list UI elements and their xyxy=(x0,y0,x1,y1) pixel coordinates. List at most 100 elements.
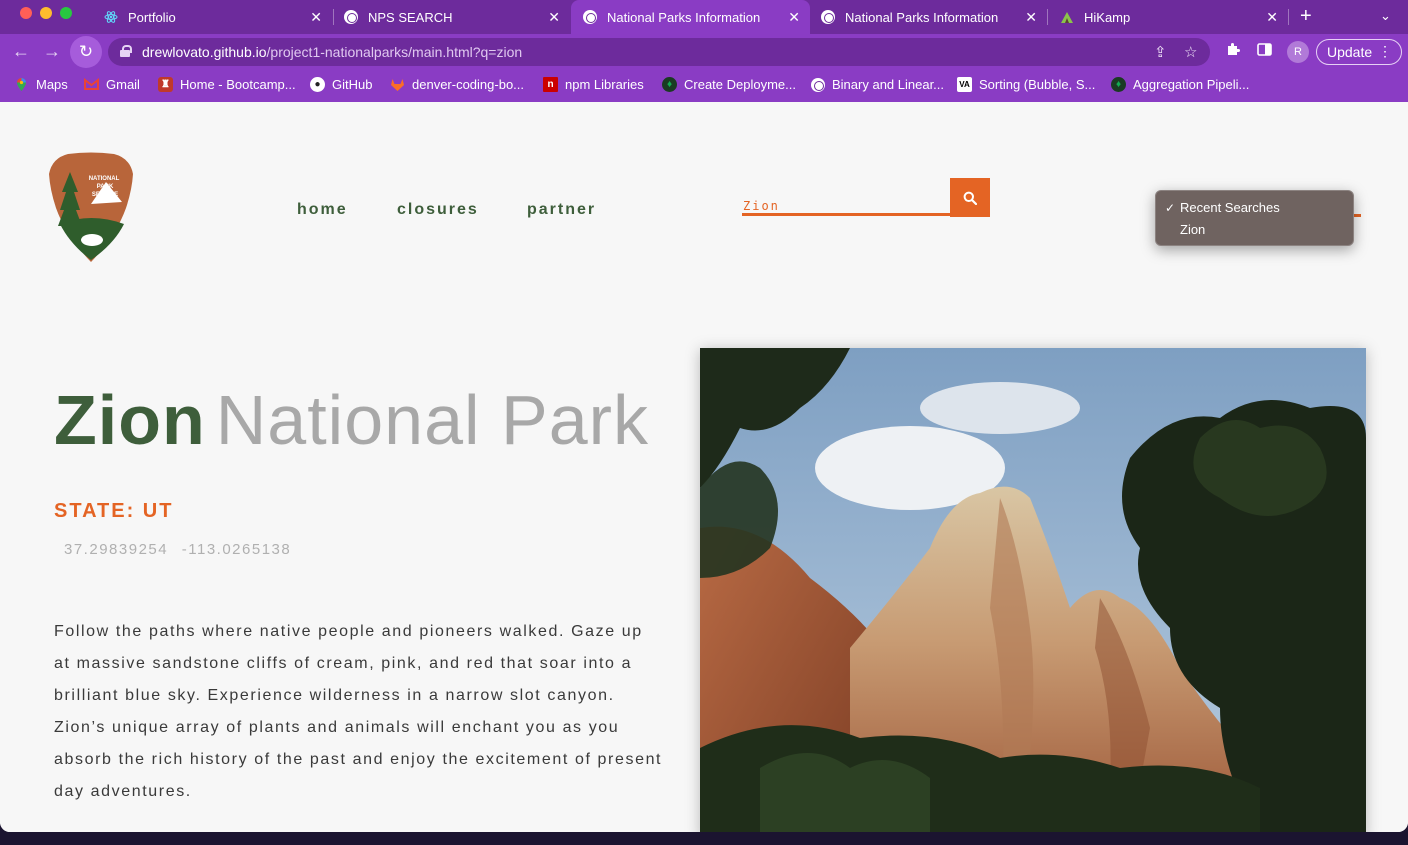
tab-search-chevron-icon[interactable]: ⌄ xyxy=(1380,8,1391,24)
bookmark-github[interactable]: ● GitHub xyxy=(310,77,372,92)
tab-title: HiKamp xyxy=(1084,9,1131,25)
recent-searches-dropdown[interactable]: ✓ Recent Searches Zion xyxy=(1155,190,1354,246)
park-name: Zion xyxy=(54,381,206,459)
tab-nps-search[interactable]: NPS SEARCH ✕ xyxy=(334,0,570,34)
react-icon xyxy=(104,10,118,24)
park-latitude: 37.29839254 xyxy=(64,541,169,558)
gmail-icon xyxy=(84,77,99,92)
browser-window: Portfolio ✕ NPS SEARCH ✕ National Parks … xyxy=(0,0,1408,832)
tab-hikamp[interactable]: HiKamp ✕ xyxy=(1050,0,1288,34)
close-tab-icon[interactable]: ✕ xyxy=(1025,9,1037,26)
close-window-button[interactable] xyxy=(20,7,32,19)
tab-divider xyxy=(1288,9,1289,25)
bookmark-label: Sorting (Bubble, S... xyxy=(979,77,1096,92)
checkmark-icon: ✓ xyxy=(1165,201,1176,215)
maps-icon xyxy=(14,77,29,92)
gitlab-icon xyxy=(390,77,405,92)
park-search-input[interactable] xyxy=(742,198,950,216)
kebab-menu-icon[interactable]: ⋮ xyxy=(1378,43,1392,60)
nav-partner-link[interactable]: partner xyxy=(527,201,596,219)
back-arrow-icon[interactable]: ← xyxy=(12,41,30,62)
tab-national-parks[interactable]: National Parks Information ✕ xyxy=(811,0,1047,34)
bookmark-label: Create Deployme... xyxy=(684,77,796,92)
park-coordinates: 37.29839254 -113.0265138 xyxy=(64,541,291,558)
park-longitude: -113.0265138 xyxy=(181,541,292,558)
park-description: Follow the paths where native people and… xyxy=(54,623,663,800)
reload-icon[interactable]: ↻ xyxy=(70,36,102,68)
extensions-puzzle-icon[interactable] xyxy=(1226,42,1241,61)
web-page: NATIONAL PARK SERVICE home closures part… xyxy=(0,102,1408,832)
side-panel-icon[interactable] xyxy=(1257,42,1272,61)
park-title-suffix: National Park xyxy=(215,381,649,459)
nav-home-link[interactable]: home xyxy=(297,201,348,219)
park-photo xyxy=(700,348,1366,832)
npm-icon: n xyxy=(543,77,558,92)
bookmarks-bar: Maps Gmail ♜ Home - Bootcamp... ● GitHub… xyxy=(0,70,1408,102)
bookmark-gitlab[interactable]: denver-coding-bo... xyxy=(390,77,524,92)
bookmark-label: npm Libraries xyxy=(565,77,644,92)
update-button[interactable]: Update ⋮ xyxy=(1316,39,1402,65)
globe-icon xyxy=(583,10,597,24)
tab-strip: Portfolio ✕ NPS SEARCH ✕ National Parks … xyxy=(0,0,1408,34)
bookmark-label: Gmail xyxy=(106,77,140,92)
tab-title: NPS SEARCH xyxy=(368,9,453,25)
close-tab-icon[interactable]: ✕ xyxy=(310,9,322,26)
share-icon[interactable]: ⇪ xyxy=(1154,43,1167,61)
park-state: STATE: UT xyxy=(54,500,174,522)
profile-avatar[interactable]: R xyxy=(1287,41,1309,63)
bookmark-label: Home - Bootcamp... xyxy=(180,77,296,92)
tab-portfolio[interactable]: Portfolio ✕ xyxy=(96,0,332,34)
bookmark-star-icon[interactable]: ☆ xyxy=(1184,43,1197,61)
bookmark-label: denver-coding-bo... xyxy=(412,77,525,92)
lock-icon xyxy=(120,45,132,57)
update-label: Update xyxy=(1327,44,1373,60)
bookmark-sorting[interactable]: VA Sorting (Bubble, S... xyxy=(957,77,1095,92)
svg-text:PARK: PARK xyxy=(97,184,114,190)
recent-search-option[interactable]: Zion xyxy=(1180,222,1205,237)
search-button[interactable] xyxy=(950,178,990,217)
globe-icon xyxy=(344,10,358,24)
bookmark-label: Aggregation Pipeli... xyxy=(1133,77,1250,92)
browser-toolbar: ← → ↻ drewlovato.github.io/project1-nati… xyxy=(0,34,1408,70)
bookmark-npm[interactable]: n npm Libraries xyxy=(543,77,644,92)
recent-searches-header-option[interactable]: Recent Searches xyxy=(1180,200,1280,215)
globe-icon xyxy=(821,10,835,24)
park-title: Zion National Park xyxy=(54,380,649,460)
tab-title: National Parks Information xyxy=(607,9,761,25)
bookmark-create-deployment[interactable]: ♦ Create Deployme... xyxy=(662,77,796,92)
tab-national-parks-active[interactable]: National Parks Information ✕ xyxy=(571,0,810,34)
github-icon: ● xyxy=(310,77,325,92)
close-tab-icon[interactable]: ✕ xyxy=(548,9,560,26)
mongodb-icon: ♦ xyxy=(1111,77,1126,92)
close-tab-icon[interactable]: ✕ xyxy=(788,9,800,26)
bootcamp-icon: ♜ xyxy=(158,77,173,92)
new-tab-plus-icon[interactable]: + xyxy=(1300,5,1312,28)
bookmark-bootcamp[interactable]: ♜ Home - Bootcamp... xyxy=(158,77,296,92)
nps-arrowhead-logo[interactable]: NATIONAL PARK SERVICE xyxy=(48,152,134,264)
search-icon xyxy=(963,191,977,205)
bookmark-label: Maps xyxy=(36,77,68,92)
minimize-window-button[interactable] xyxy=(40,7,52,19)
bookmark-gmail[interactable]: Gmail xyxy=(84,77,140,92)
hikamp-icon xyxy=(1060,10,1074,24)
mongodb-icon: ♦ xyxy=(662,77,677,92)
maximize-window-button[interactable] xyxy=(60,7,72,19)
globe-icon xyxy=(810,77,825,92)
tab-title: National Parks Information xyxy=(845,9,999,25)
tab-divider xyxy=(1047,9,1048,25)
svg-text:SERVICE: SERVICE xyxy=(92,192,118,198)
bookmark-maps[interactable]: Maps xyxy=(14,77,68,92)
address-bar[interactable]: drewlovato.github.io/project1-nationalpa… xyxy=(108,38,1210,66)
tab-title: Portfolio xyxy=(128,9,176,25)
visualgo-icon: VA xyxy=(957,77,972,92)
bookmark-aggregation[interactable]: ♦ Aggregation Pipeli... xyxy=(1111,77,1249,92)
bookmark-label: GitHub xyxy=(332,77,373,92)
forward-arrow-icon[interactable]: → xyxy=(43,41,61,62)
nav-closures-link[interactable]: closures xyxy=(397,201,479,219)
url-host: drewlovato.github.io xyxy=(142,44,267,60)
bookmark-binary-linear[interactable]: Binary and Linear... xyxy=(810,77,944,92)
bookmark-label: Binary and Linear... xyxy=(832,77,945,92)
close-tab-icon[interactable]: ✕ xyxy=(1266,9,1278,26)
svg-text:NATIONAL: NATIONAL xyxy=(89,176,120,182)
url-path: /project1-nationalparks/main.html?q=zion xyxy=(266,44,523,60)
